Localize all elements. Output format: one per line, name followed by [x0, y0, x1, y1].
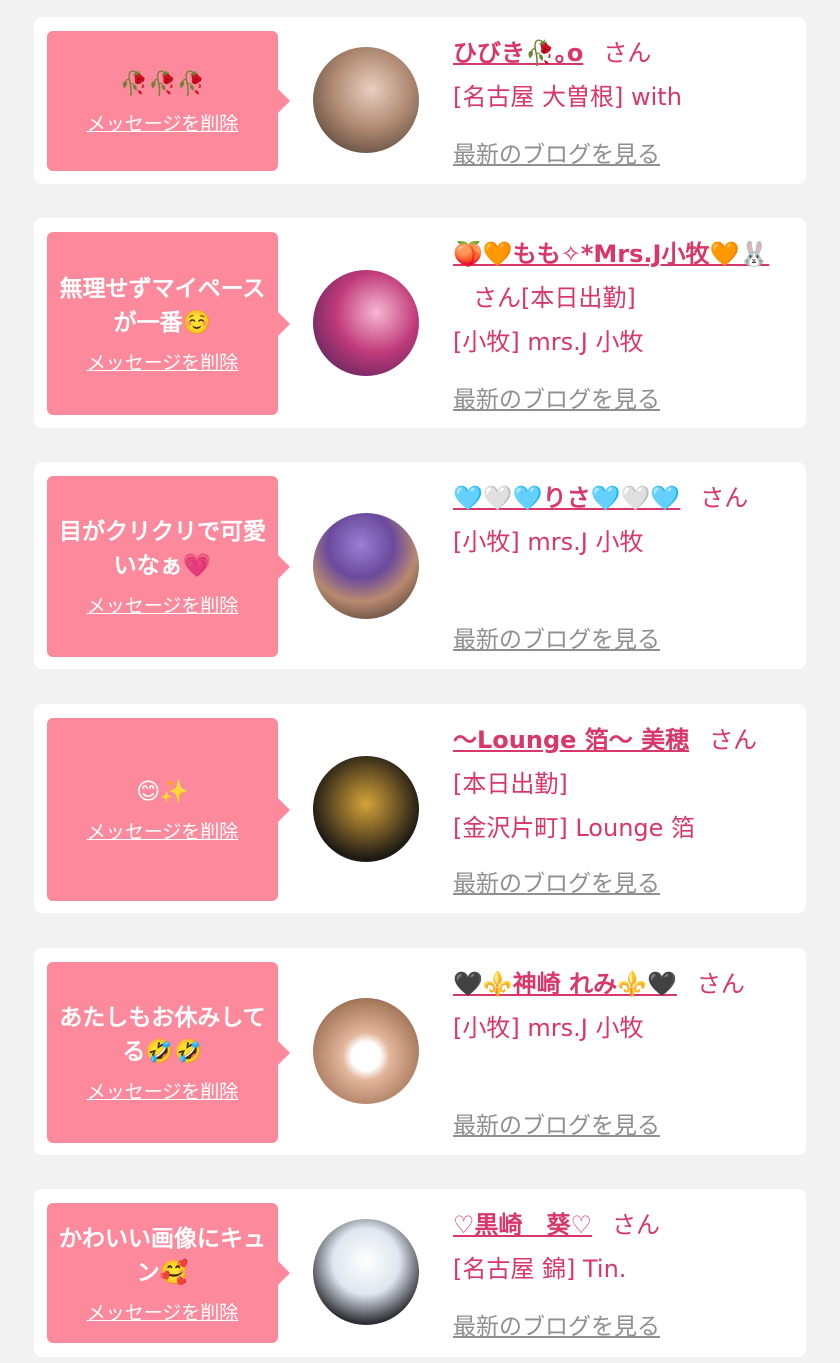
latest-blog-link[interactable]: 最新のブログを見る	[453, 1307, 660, 1341]
latest-blog-link[interactable]: 最新のブログを見る	[453, 1106, 660, 1140]
avatar[interactable]	[313, 47, 419, 153]
message-text: 無理せずマイペースが一番☺️	[59, 276, 266, 336]
profile-detail: [本日出勤]	[521, 284, 636, 312]
message-bubble: 無理せずマイペースが一番☺️ メッセージを削除	[47, 232, 290, 415]
message-bubble: あたしもお休みしてる🤣🤣 メッセージを削除	[47, 962, 290, 1143]
profile-detail: [小牧] mrs.J 小牧	[453, 1014, 644, 1042]
message-bubble: 🥀🥀🥀 メッセージを削除	[47, 31, 290, 171]
profile-name-link[interactable]: 🩵🤍🩵りさ🩵🤍🩵	[453, 484, 680, 512]
honorific: さん	[612, 1211, 661, 1239]
message-bubble: 😊✨ メッセージを削除	[47, 718, 290, 901]
message-text: かわいい画像にキュン🥰	[59, 1225, 266, 1286]
profile-name-link[interactable]: 🍑🧡もも✧*Mrs.J小牧🧡🐰	[453, 240, 769, 268]
profile-name-link[interactable]: 🖤⚜️神崎 れみ⚜️🖤	[453, 970, 677, 998]
message-card: 🥀🥀🥀 メッセージを削除 ひびき🥀｡o さん [名古屋 大曽根] with 最新の…	[34, 17, 806, 184]
message-card: 無理せずマイペースが一番☺️ メッセージを削除 🍑🧡もも✧*Mrs.J小牧🧡🐰 さ…	[34, 218, 806, 428]
latest-blog-link[interactable]: 最新のブログを見る	[453, 864, 660, 898]
message-text: あたしもお休みしてる🤣🤣	[59, 1005, 266, 1065]
honorific: さん	[700, 484, 749, 512]
honorific: さん	[696, 970, 745, 998]
honorific: さん	[603, 39, 652, 67]
profile-name-link[interactable]: ひびき🥀｡o	[453, 39, 583, 67]
delete-message-link[interactable]: メッセージを削除	[87, 591, 239, 618]
delete-message-link[interactable]: メッセージを削除	[87, 1077, 239, 1104]
profile-detail: [本日出勤]	[453, 770, 568, 798]
profile-info: ひびき🥀｡o さん [名古屋 大曽根] with	[453, 31, 786, 119]
message-text: 🥀🥀🥀	[119, 70, 206, 97]
avatar[interactable]	[313, 513, 419, 619]
profile-detail: [名古屋 錦] Tin.	[453, 1255, 627, 1283]
delete-message-link[interactable]: メッセージを削除	[87, 348, 239, 375]
message-card: かわいい画像にキュン🥰 メッセージを削除 ♡黒崎 葵♡ さん [名古屋 錦] Ti…	[34, 1189, 806, 1357]
message-card: あたしもお休みしてる🤣🤣 メッセージを削除 🖤⚜️神崎 れみ⚜️🖤 さん [小牧]…	[34, 948, 806, 1155]
honorific: さん	[709, 726, 758, 754]
profile-detail: [名古屋 大曽根] with	[453, 83, 682, 111]
profile-info: 🖤⚜️神崎 れみ⚜️🖤 さん [小牧] mrs.J 小牧	[453, 962, 786, 1050]
delete-message-link[interactable]: メッセージを削除	[87, 817, 239, 844]
avatar[interactable]	[313, 998, 419, 1104]
message-bubble: かわいい画像にキュン🥰 メッセージを削除	[47, 1203, 290, 1343]
profile-info: 🩵🤍🩵りさ🩵🤍🩵 さん [小牧] mrs.J 小牧	[453, 476, 786, 564]
profile-detail: [小牧] mrs.J 小牧	[453, 328, 644, 356]
message-card: 😊✨ メッセージを削除 〜Lounge 箔〜 美穂 さん [本日出勤] [金沢片町…	[34, 704, 806, 913]
message-list: 🥀🥀🥀 メッセージを削除 ひびき🥀｡o さん [名古屋 大曽根] with 最新の…	[0, 0, 840, 1363]
profile-detail: [小牧] mrs.J 小牧	[453, 528, 644, 556]
message-card: 目がクリクリで可愛いなぁ💗 メッセージを削除 🩵🤍🩵りさ🩵🤍🩵 さん [小牧] m…	[34, 462, 806, 669]
message-bubble: 目がクリクリで可愛いなぁ💗 メッセージを削除	[47, 476, 290, 657]
delete-message-link[interactable]: メッセージを削除	[87, 109, 239, 136]
profile-info: 🍑🧡もも✧*Mrs.J小牧🧡🐰 さん[本日出勤] [小牧] mrs.J 小牧	[453, 232, 786, 364]
honorific: さん	[473, 284, 521, 312]
profile-info: 〜Lounge 箔〜 美穂 さん [本日出勤] [金沢片町] Lounge 箔	[453, 718, 786, 850]
profile-info: ♡黒崎 葵♡ さん [名古屋 錦] Tin.	[453, 1203, 786, 1291]
profile-detail: [金沢片町] Lounge 箔	[453, 814, 696, 842]
profile-name-link[interactable]: 〜Lounge 箔〜 美穂	[453, 726, 689, 754]
message-text: 😊✨	[136, 779, 189, 805]
latest-blog-link[interactable]: 最新のブログを見る	[453, 135, 660, 169]
avatar[interactable]	[313, 1219, 419, 1325]
latest-blog-link[interactable]: 最新のブログを見る	[453, 620, 660, 654]
message-text: 目がクリクリで可愛いなぁ💗	[59, 519, 266, 579]
avatar[interactable]	[313, 756, 419, 862]
latest-blog-link[interactable]: 最新のブログを見る	[453, 380, 660, 414]
profile-name-link[interactable]: ♡黒崎 葵♡	[453, 1211, 592, 1239]
delete-message-link[interactable]: メッセージを削除	[87, 1298, 239, 1325]
avatar[interactable]	[313, 270, 419, 376]
